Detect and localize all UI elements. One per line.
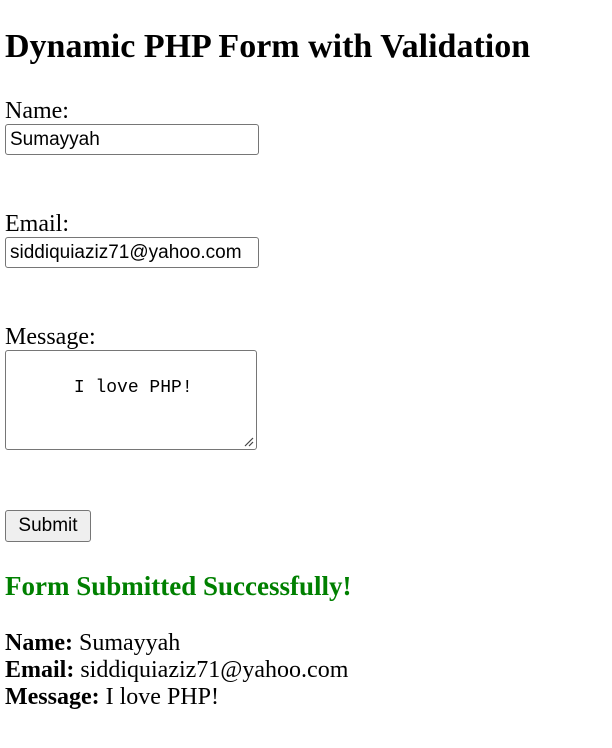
- email-label: Email:: [5, 211, 69, 237]
- message-label: Message:: [5, 324, 96, 350]
- success-heading: Form Submitted Successfully!: [5, 571, 352, 601]
- message-textarea[interactable]: I love PHP!: [5, 350, 257, 450]
- result-name-value: Sumayyah: [78, 630, 181, 656]
- name-input[interactable]: Sumayyah: [5, 124, 259, 155]
- resize-handle-icon[interactable]: [242, 435, 254, 447]
- result-name-line: Name: Sumayyah: [5, 630, 180, 657]
- result-message-label: Message:: [5, 684, 100, 710]
- name-label: Name:: [5, 98, 69, 124]
- submit-button[interactable]: Submit: [5, 510, 91, 542]
- page-title: Dynamic PHP Form with Validation: [5, 28, 531, 65]
- message-textarea-text: I love PHP!: [73, 378, 193, 398]
- email-input[interactable]: siddiquiaziz71@yahoo.com: [5, 237, 259, 268]
- result-message-value: I love PHP!: [105, 684, 219, 710]
- result-name-label: Name:: [5, 630, 73, 656]
- result-email-value: siddiquiaziz71@yahoo.com: [80, 657, 349, 683]
- result-message-line: Message: I love PHP!: [5, 684, 219, 711]
- result-email-line: Email: siddiquiaziz71@yahoo.com: [5, 657, 348, 684]
- result-email-label: Email:: [5, 657, 75, 683]
